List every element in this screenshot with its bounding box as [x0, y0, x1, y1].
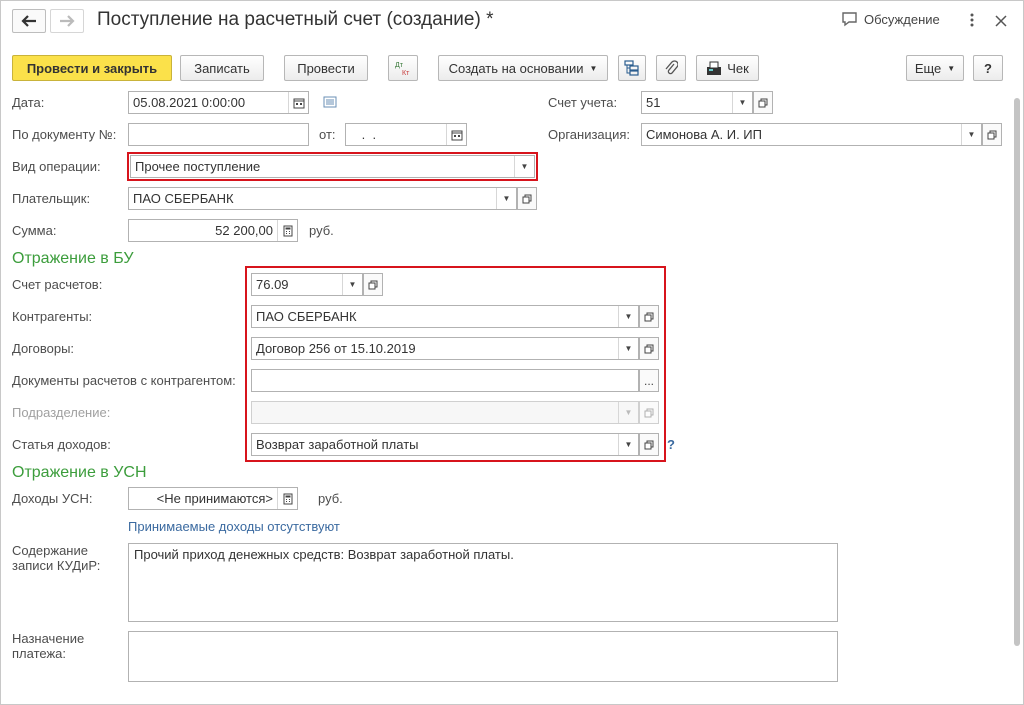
from-date-field[interactable]: . .: [345, 123, 467, 146]
open-window-icon: [522, 194, 532, 203]
purpose-textarea[interactable]: [128, 631, 838, 682]
chat-bubble-icon: [842, 12, 857, 27]
division-label: Подразделение:: [12, 405, 111, 420]
calculator-icon[interactable]: [277, 220, 297, 241]
no-accepted-income-link[interactable]: Принимаемые доходы отсутствуют: [128, 519, 340, 534]
triangle-down-icon: ▼: [947, 63, 956, 73]
usn-income-currency: руб.: [318, 491, 343, 506]
from-label: от:: [319, 127, 336, 142]
triangle-down-icon[interactable]: ▼: [961, 124, 981, 145]
payer-select[interactable]: ПАО СБЕРБАНК ▼: [128, 187, 517, 210]
bu-fields-highlight: [245, 266, 666, 462]
cash-register-icon: [707, 61, 722, 75]
contracts-label: Договоры:: [12, 341, 75, 356]
help-button[interactable]: ?: [973, 55, 1003, 81]
close-icon[interactable]: [995, 14, 1007, 32]
triangle-down-icon: ▼: [589, 63, 598, 73]
organization-select[interactable]: Симонова А. И. ИП ▼: [641, 123, 982, 146]
date-label: Дата:: [12, 95, 45, 110]
doc-number-label: По документу №:: [12, 127, 117, 142]
sum-currency: руб.: [309, 223, 334, 238]
account-value: 51: [646, 95, 661, 110]
account-open-button[interactable]: [753, 91, 773, 114]
calendar-icon[interactable]: [446, 124, 466, 145]
create-based-on-button[interactable]: Создать на основании ▼: [438, 55, 608, 81]
sum-input[interactable]: 52 200,00: [128, 219, 298, 242]
receipt-button[interactable]: Чек: [696, 55, 759, 81]
income-item-label: Статья доходов:: [12, 437, 111, 452]
purpose-label-line2: платежа:: [12, 646, 66, 661]
operation-type-highlight: [127, 152, 538, 181]
calendar-icon[interactable]: [288, 92, 308, 113]
bu-section-title: Отражение в БУ: [12, 250, 134, 267]
usn-section-title: Отражение в УСН: [12, 464, 147, 481]
income-item-help-link[interactable]: ?: [667, 437, 675, 452]
more-button[interactable]: Еще ▼: [906, 55, 964, 81]
payer-open-button[interactable]: [517, 187, 537, 210]
document-lines-icon[interactable]: [323, 96, 337, 111]
more-label: Еще: [914, 60, 942, 76]
receipt-label: Чек: [727, 60, 749, 76]
doc-number-input[interactable]: [128, 123, 309, 146]
organization-open-button[interactable]: [982, 123, 1002, 146]
usn-income-label: Доходы УСН:: [12, 491, 93, 506]
account-select[interactable]: 51 ▼: [641, 91, 753, 114]
paperclip-icon: [665, 60, 678, 75]
page-title: Поступление на расчетный счет (создание)…: [97, 9, 494, 30]
forward-button[interactable]: [50, 9, 84, 33]
kebab-menu-icon[interactable]: [969, 12, 975, 33]
save-button[interactable]: Записать: [180, 55, 264, 81]
calculator-icon[interactable]: [277, 488, 297, 509]
sum-value: 52 200,00: [215, 223, 273, 238]
organization-label: Организация:: [548, 127, 631, 142]
arrow-left-icon: [21, 15, 36, 27]
from-date-value: . .: [358, 127, 377, 142]
open-window-icon: [987, 130, 997, 139]
hierarchy-icon: [624, 60, 639, 76]
kudir-label-line1: Содержание: [12, 543, 88, 558]
usn-income-value: <Не принимаются>: [156, 491, 273, 506]
purpose-label-line1: Назначение: [12, 631, 85, 646]
settlement-account-label: Счет расчетов:: [12, 277, 103, 292]
svg-text:Кт: Кт: [402, 70, 410, 77]
payer-label: Плательщик:: [12, 191, 91, 206]
account-label: Счет учета:: [548, 95, 618, 110]
settlement-docs-label: Документы расчетов с контрагентом:: [12, 373, 236, 388]
payer-value: ПАО СБЕРБАНК: [133, 191, 234, 206]
usn-income-input[interactable]: <Не принимаются>: [128, 487, 298, 510]
date-field[interactable]: 05.08.2021 0:00:00: [128, 91, 309, 114]
counterparties-label: Контрагенты:: [12, 309, 93, 324]
triangle-down-icon[interactable]: ▼: [732, 92, 752, 113]
dt-kt-icon: Дт Кт: [395, 62, 410, 77]
date-value: 05.08.2021 0:00:00: [133, 95, 246, 110]
dt-kt-button[interactable]: Дт Кт: [388, 55, 418, 81]
post-button[interactable]: Провести: [284, 55, 368, 81]
discussion-label: Обсуждение: [864, 12, 940, 27]
triangle-down-icon[interactable]: ▼: [496, 188, 516, 209]
sum-label: Сумма:: [12, 223, 57, 238]
arrow-right-icon: [60, 15, 75, 27]
kudir-textarea[interactable]: Прочий приход денежных средств: Возврат …: [128, 543, 838, 622]
attach-button[interactable]: [656, 55, 686, 81]
post-and-close-button[interactable]: Провести и закрыть: [12, 55, 172, 81]
discussion-button[interactable]: Обсуждение: [841, 12, 940, 27]
open-window-icon: [758, 98, 768, 107]
svg-text:Дт: Дт: [395, 62, 404, 69]
back-button[interactable]: [12, 9, 46, 33]
scrollbar-thumb[interactable]: [1014, 98, 1020, 646]
create-based-on-label: Создать на основании: [448, 60, 584, 76]
structure-button[interactable]: [618, 55, 646, 81]
organization-value: Симонова А. И. ИП: [646, 127, 762, 142]
kudir-label-line2: записи КУДиР:: [12, 558, 101, 573]
operation-type-label: Вид операции:: [12, 159, 101, 174]
